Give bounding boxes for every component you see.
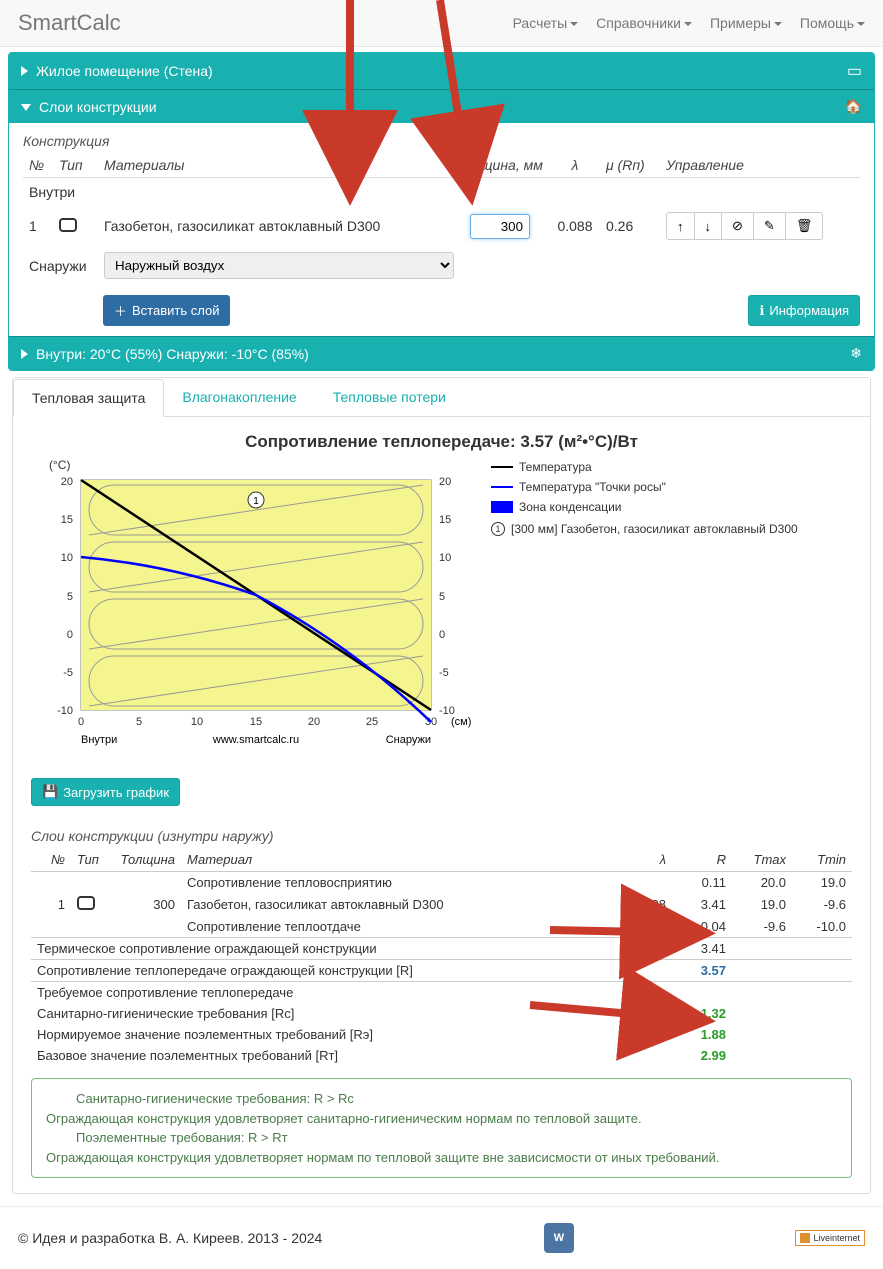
main-nav: Расчеты Справочники Примеры Помощь	[513, 15, 865, 31]
table-row: 1 300 Газобетон, газосиликат автоклавный…	[31, 893, 852, 916]
caret-icon	[570, 22, 578, 26]
row-controls: ↑ ↓ ⊘ ✎ 🗑	[666, 212, 823, 240]
chart-title: Сопротивление теплопередаче: 3.57 (м²•°С…	[31, 432, 852, 452]
insert-layer-button[interactable]: ＋Вставить слой	[103, 295, 230, 326]
collapse-icon	[21, 104, 31, 111]
table-row: Сопротивление теплопередаче ограждающей …	[31, 960, 852, 982]
nav-ref[interactable]: Справочники	[596, 15, 692, 31]
material-name[interactable]: Газобетон, газосиликат автоклавный D300	[98, 206, 450, 246]
nav-help[interactable]: Помощь	[800, 15, 865, 31]
vk-icon[interactable]: W	[544, 1223, 574, 1253]
expand-icon	[21, 349, 28, 359]
svg-text:20: 20	[308, 716, 320, 728]
footer: © Идея и разработка В. А. Киреев. 2013 -…	[0, 1206, 883, 1269]
svg-text:25: 25	[366, 716, 378, 728]
plus-icon: ＋	[114, 301, 127, 320]
panel-room: Жилое помещение (Стена) Слои конструкции…	[8, 52, 875, 371]
svg-text:(см): (см)	[451, 716, 471, 728]
inside-label: Внутри	[23, 178, 860, 207]
svg-text:0: 0	[439, 629, 445, 641]
download-chart-button[interactable]: 💾Загрузить график	[31, 778, 180, 806]
bed-icon	[847, 61, 862, 81]
svg-text:-5: -5	[63, 667, 73, 679]
svg-text:Внутри: Внутри	[81, 734, 117, 746]
table-row: Сопротивление теплоотдаче 0.04 -9.6 -10.…	[31, 916, 852, 938]
home-icon	[845, 98, 862, 115]
nav-calc[interactable]: Расчеты	[513, 15, 579, 31]
snowflake-icon	[850, 345, 862, 362]
expand-icon	[21, 66, 28, 76]
svg-text:20: 20	[439, 476, 451, 488]
svg-text:15: 15	[250, 716, 262, 728]
svg-text:0: 0	[78, 716, 84, 728]
svg-text:10: 10	[61, 552, 73, 564]
svg-text:0: 0	[67, 629, 73, 641]
layer-type-icon[interactable]	[59, 218, 77, 232]
svg-text:Снаружи: Снаружи	[386, 734, 431, 746]
svg-text:-10: -10	[57, 705, 73, 717]
outside-select[interactable]: Наружный воздух	[104, 252, 454, 279]
svg-text:5: 5	[136, 716, 142, 728]
ok-alert: Санитарно-гигиенические требования: R > …	[31, 1078, 852, 1178]
svg-text:10: 10	[191, 716, 203, 728]
construction-title: Конструкция	[23, 133, 860, 149]
tab-thermal[interactable]: Тепловая защита	[13, 379, 164, 417]
temperature-chart: 1 20 15 10 5 0 -5 -10 20 15 10 5 0	[31, 460, 471, 760]
liveinternet-badge[interactable]: Liveinternet	[795, 1230, 865, 1246]
table-row: Нормируемое значение поэлементных требов…	[31, 1024, 852, 1045]
tabs: Тепловая защита Влагонакопление Тепловые…	[13, 378, 870, 417]
move-down-button[interactable]: ↓	[694, 212, 723, 240]
brand[interactable]: SmartCalc	[18, 10, 121, 36]
box-icon	[491, 501, 513, 513]
info-button[interactable]: ℹИнформация	[748, 295, 860, 326]
move-up-button[interactable]: ↑	[666, 212, 695, 240]
edit-button[interactable]: ✎	[753, 212, 786, 240]
delete-button[interactable]: 🗑	[785, 212, 824, 240]
navbar: SmartCalc Расчеты Справочники Примеры По…	[0, 0, 883, 47]
save-icon: 💾	[42, 784, 58, 800]
table-row: Термическое сопротивление ограждающей ко…	[31, 938, 852, 960]
copyright: © Идея и разработка В. А. Киреев. 2013 -…	[18, 1230, 322, 1246]
table-row: Санитарно-гигиенические требования [Rс] …	[31, 1003, 852, 1024]
svg-text:www.smartcalc.ru: www.smartcalc.ru	[212, 734, 299, 746]
nav-examples[interactable]: Примеры	[710, 15, 782, 31]
info-icon: ℹ	[759, 303, 764, 319]
thickness-input[interactable]	[470, 214, 530, 239]
layer-row: 1 Газобетон, газосиликат автоклавный D30…	[23, 206, 860, 246]
svg-text:10: 10	[439, 552, 451, 564]
svg-text:15: 15	[61, 514, 73, 526]
results-panel: Тепловая защита Влагонакопление Тепловые…	[12, 377, 871, 1194]
caret-icon	[774, 22, 782, 26]
tab-thermal-content: Сопротивление теплопередаче: 3.57 (м²•°С…	[13, 417, 870, 1193]
layers-table-title: Слои конструкции (изнутри наружу)	[31, 828, 852, 844]
tab-loss[interactable]: Тепловые потери	[315, 379, 464, 417]
panel-layers-body: Конструкция № Тип Материалы Толщина, мм …	[9, 123, 874, 336]
svg-text:15: 15	[439, 514, 451, 526]
svg-text:1: 1	[253, 496, 259, 507]
apply-button[interactable]: ⊘	[721, 212, 754, 240]
panel-layers-header[interactable]: Слои конструкции	[9, 89, 874, 123]
caret-icon	[684, 22, 692, 26]
layer-type-icon	[77, 896, 95, 910]
line-icon	[491, 486, 513, 488]
table-row: Базовое значение поэлементных требований…	[31, 1045, 852, 1066]
svg-text:-5: -5	[439, 667, 449, 679]
chart-legend: Температура Температура "Точки росы" Зон…	[491, 460, 798, 542]
layers-data-table: № Тип Толщина Материал λ R Tmax Tmin Соп…	[31, 848, 852, 1066]
tab-moisture[interactable]: Влагонакопление	[164, 379, 314, 417]
svg-text:20: 20	[61, 476, 73, 488]
panel-room-header[interactable]: Жилое помещение (Стена)	[9, 53, 874, 89]
table-row: Сопротивление тепловосприятию 0.11 20.0 …	[31, 872, 852, 894]
line-icon	[491, 466, 513, 468]
svg-text:5: 5	[67, 591, 73, 603]
construction-table: № Тип Материалы Толщина, мм λ μ (Rп) Упр…	[23, 153, 860, 285]
panel-conditions-header[interactable]: Внутри: 20°C (55%) Снаружи: -10°C (85%)	[9, 336, 874, 370]
layer-marker-icon: 1	[491, 522, 505, 536]
caret-icon	[857, 22, 865, 26]
svg-text:5: 5	[439, 591, 445, 603]
